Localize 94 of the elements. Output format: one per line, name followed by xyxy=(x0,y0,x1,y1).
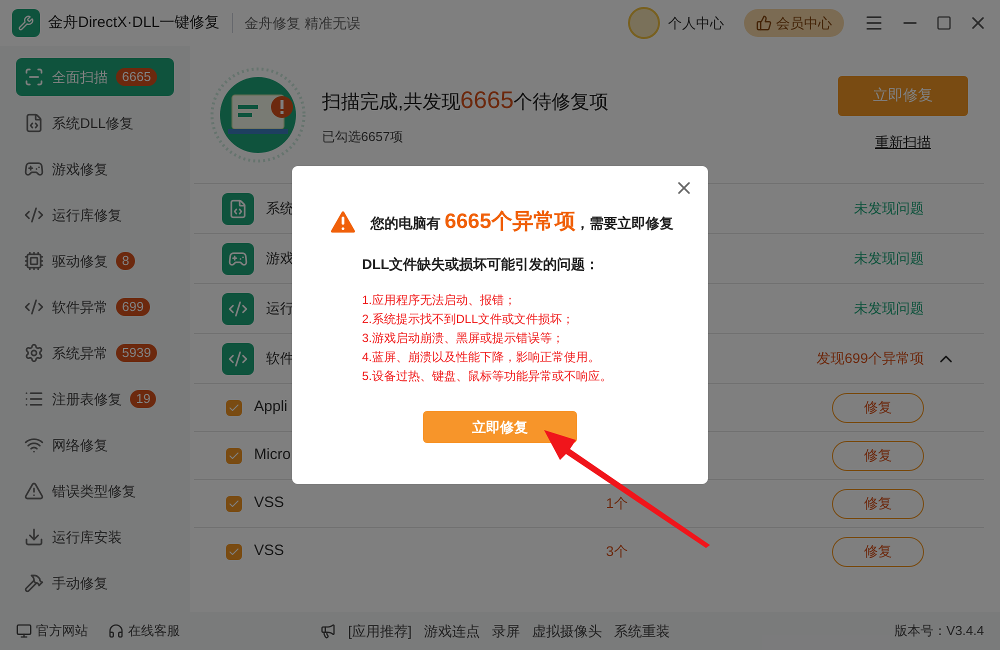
problem-text: 2.系统提示找不到DLL文件或文件损坏； xyxy=(362,311,576,328)
code-icon xyxy=(24,205,44,225)
checkbox[interactable] xyxy=(226,544,242,560)
scan-icon xyxy=(24,67,44,87)
sidebar-label: 网络修复 xyxy=(52,436,108,454)
sidebar-item[interactable]: 游戏修复 xyxy=(16,150,174,188)
count-badge: 6665 xyxy=(116,68,157,86)
sidebar-label: 运行库安装 xyxy=(52,528,122,546)
check-icon xyxy=(228,546,240,558)
code-icon xyxy=(228,298,248,318)
sidebar-item[interactable]: 错误类型修复 xyxy=(16,472,174,510)
count-badge: 699 xyxy=(116,298,150,316)
download-icon xyxy=(24,527,44,547)
category-status: 未发现问题 xyxy=(854,249,924,268)
megaphone-icon xyxy=(320,623,336,639)
app-logo xyxy=(12,9,40,37)
headset-icon xyxy=(108,623,124,639)
sidebar-item[interactable]: 系统DLL修复 xyxy=(16,104,174,142)
sidebar-item[interactable]: 系统异常 5939 xyxy=(16,334,174,372)
item-name: VSS xyxy=(254,541,286,562)
sidebar-item[interactable]: 全面扫描 6665 xyxy=(16,58,174,96)
repair-button[interactable]: 修复 xyxy=(832,536,924,566)
count-badge: 19 xyxy=(130,390,156,408)
check-icon xyxy=(228,402,240,414)
item-name: Micro xyxy=(254,445,292,466)
sidebar-item[interactable]: 运行库修复 xyxy=(16,196,174,234)
checkbox[interactable] xyxy=(226,496,242,512)
file-icon xyxy=(24,113,44,133)
checkbox[interactable] xyxy=(226,400,242,416)
maximize-icon[interactable] xyxy=(936,15,952,31)
warning-icon xyxy=(24,481,44,501)
dialog-subheading: DLL文件缺失或损坏可能引发的问题： xyxy=(362,255,600,274)
code-icon xyxy=(24,297,44,317)
scan-result-title: 扫描完成,共发现6665个待修复项 xyxy=(322,86,610,116)
footer-link[interactable]: 在线客服 xyxy=(128,621,180,641)
sidebar-label: 注册表修复 xyxy=(52,390,122,408)
item-count: 3个 xyxy=(606,542,628,558)
check-icon xyxy=(228,450,240,462)
repair-button[interactable]: 修复 xyxy=(832,440,924,470)
check-icon xyxy=(228,498,240,510)
recommend-link[interactable]: 系统重装 xyxy=(614,620,670,642)
repair-button[interactable]: 修复 xyxy=(832,392,924,422)
sidebar-item[interactable]: 注册表修复 19 xyxy=(16,380,174,418)
rescan-link[interactable]: 重新扫描 xyxy=(875,132,931,153)
item-count: 1个 xyxy=(606,494,628,510)
sidebar-label: 错误类型修复 xyxy=(52,482,136,500)
sidebar-item[interactable]: 驱动修复 8 xyxy=(16,242,174,280)
footer-link[interactable]: 官方网站 xyxy=(36,621,88,641)
thumbs-up-icon xyxy=(756,15,772,31)
sidebar-item[interactable]: 手动修复 xyxy=(16,564,174,602)
chip-icon xyxy=(24,251,44,271)
fix-now-button[interactable]: 立即修复 xyxy=(423,411,577,443)
sidebar-item[interactable]: 软件异常 699 xyxy=(16,288,174,326)
sidebar-item[interactable]: 网络修复 xyxy=(16,426,174,464)
category-name: 运行 xyxy=(266,299,294,318)
hammer-icon xyxy=(24,573,44,593)
item-name: VSS xyxy=(254,493,286,514)
checkbox[interactable] xyxy=(226,448,242,464)
problem-text: 4.蓝屏、崩溃以及性能下降，影响正常使用。 xyxy=(362,349,602,366)
sidebar-label: 软件异常 xyxy=(52,298,108,316)
category-status: 未发现问题 xyxy=(854,199,924,218)
version-label: 版本号：V3.4.4 xyxy=(894,622,984,640)
repair-button[interactable]: 修复 xyxy=(832,488,924,518)
sidebar-label: 全面扫描 xyxy=(52,68,108,86)
sidebar-item[interactable]: 运行库安装 xyxy=(16,518,174,556)
problem-text: 1.应用程序无法启动、报错； xyxy=(362,292,518,309)
sidebar-label: 系统DLL修复 xyxy=(52,114,134,132)
recommend-link[interactable]: 录屏 xyxy=(492,620,520,642)
problem-text: 5.设备过热、键盘、鼠标等功能异常或不响应。 xyxy=(362,368,614,385)
recommend-link[interactable]: 游戏连点 xyxy=(424,620,480,642)
code-icon xyxy=(228,348,248,368)
dialog-heading: 您的电脑有 6665个异常项，需要立即修复 xyxy=(370,209,674,236)
recommend-link[interactable]: [应用推荐] xyxy=(348,620,412,642)
vip-button[interactable]: 会员中心 xyxy=(744,9,844,37)
app-slogan: 金舟修复 精准无误 xyxy=(244,14,361,32)
count-badge: 5939 xyxy=(116,344,157,362)
window-title: 金舟DirectX·DLL一键修复 xyxy=(48,12,220,33)
item-name: Appli xyxy=(254,397,288,418)
category-status: 未发现问题 xyxy=(854,299,924,318)
category-name: 软件 xyxy=(266,349,294,368)
user-center-link[interactable]: 个人中心 xyxy=(668,12,724,34)
sidebar-label: 系统异常 xyxy=(52,344,108,362)
problem-text: 3.游戏启动崩溃、黑屏或提示错误等； xyxy=(362,330,566,347)
sidebar-label: 游戏修复 xyxy=(52,160,108,178)
file-icon xyxy=(228,198,248,218)
sidebar-label: 手动修复 xyxy=(52,574,108,592)
selected-count: 已勾选6657项 xyxy=(322,128,404,146)
category-status: 发现699个异常项 xyxy=(816,349,924,368)
recommend-link[interactable]: 虚拟摄像头 xyxy=(532,620,602,642)
sidebar-label: 运行库修复 xyxy=(52,206,122,224)
count-badge: 8 xyxy=(116,252,136,270)
sidebar-label: 驱动修复 xyxy=(52,252,108,270)
settings-icon xyxy=(24,343,44,363)
monitor-icon xyxy=(16,623,32,639)
